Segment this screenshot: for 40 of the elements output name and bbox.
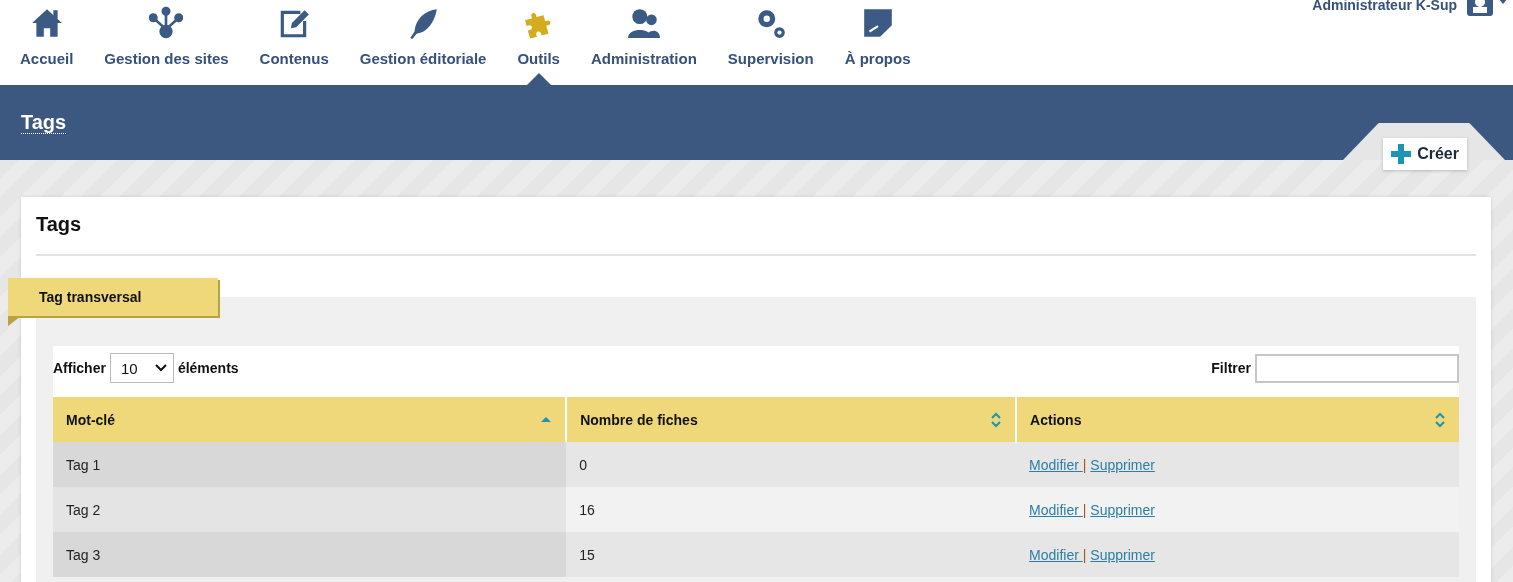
edit-link[interactable]: Modifier <box>1029 546 1083 563</box>
card-title: Tags <box>36 197 1476 256</box>
users-icon <box>626 6 661 40</box>
table-cell: 0 <box>566 442 1017 487</box>
nav-tab[interactable]: Contenus <box>247 0 341 85</box>
separator-text: | <box>1082 546 1087 563</box>
table-cell: Tag 2 <box>53 487 567 532</box>
show-label: Afficher <box>53 360 106 376</box>
entries-label: éléments <box>177 360 239 376</box>
section-tab[interactable]: Tag transversal <box>8 278 218 316</box>
table-cell: Tag 1 <box>53 442 567 487</box>
delete-link[interactable]: Supprimer <box>1090 456 1155 473</box>
user-name: Administrateur K-Sup <box>1312 0 1457 13</box>
plus-icon <box>1391 144 1412 164</box>
filter-field[interactable] <box>1255 353 1459 383</box>
column-header[interactable]: Nombre de fiches <box>566 397 1017 442</box>
delete-link[interactable]: Supprimer <box>1090 501 1155 518</box>
nav-tab[interactable]: À propos <box>832 0 923 85</box>
network-icon <box>149 6 184 40</box>
nav-tab[interactable]: Administration <box>578 0 709 85</box>
nav-tab[interactable]: Supervision <box>715 0 826 85</box>
filter-label: Filtrer <box>1211 360 1251 376</box>
nav-tab[interactable]: Gestion éditoriale <box>347 0 499 85</box>
edit-link[interactable]: Modifier <box>1029 501 1083 518</box>
separator-text: | <box>1082 456 1087 473</box>
create-button[interactable]: Créer <box>1383 138 1467 170</box>
chevron-icon <box>154 364 167 372</box>
table-cell: 16 <box>566 487 1017 532</box>
column-header[interactable]: Actions <box>1016 397 1459 442</box>
edit-link[interactable]: Modifier <box>1029 456 1083 473</box>
separator-text: | <box>1082 501 1087 518</box>
nav-tab[interactable]: Accueil <box>8 0 86 85</box>
page-title: Tags <box>21 85 67 134</box>
table-cell: 15 <box>566 532 1017 577</box>
table-cell: Tag 3 <box>53 532 567 577</box>
delete-link[interactable]: Supprimer <box>1090 546 1155 563</box>
nav-tab[interactable]: Gestion des sites <box>92 0 241 85</box>
column-header[interactable]: Mot-clé <box>53 397 567 442</box>
page-size-select[interactable]: 10 <box>109 353 174 383</box>
user-menu-icon[interactable] <box>1467 0 1509 16</box>
